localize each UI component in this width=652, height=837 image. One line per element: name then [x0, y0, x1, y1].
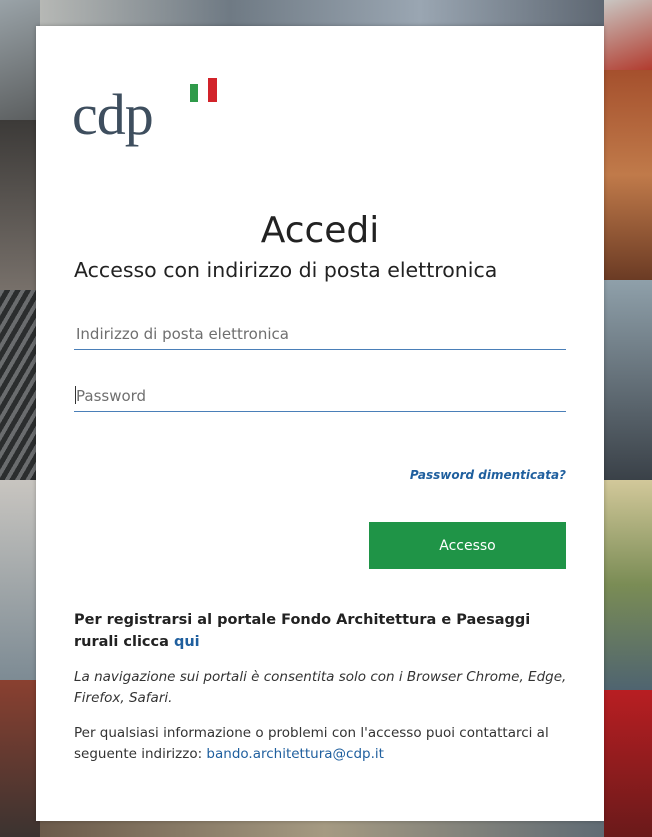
- login-button[interactable]: Accesso: [369, 522, 566, 569]
- contact-text: Per qualsiasi informazione o problemi co…: [74, 723, 574, 765]
- register-text: Per registrarsi al portale Fondo Archite…: [74, 609, 570, 653]
- italian-flag-icon: [190, 78, 220, 102]
- register-label: Per registrarsi al portale Fondo Archite…: [74, 612, 531, 650]
- login-card: cdp Accedi Accesso con indirizzo di post…: [36, 26, 604, 821]
- email-field[interactable]: [74, 318, 566, 350]
- contact-email-link[interactable]: bando.architettura@cdp.it: [206, 746, 384, 762]
- forgot-password-link[interactable]: Password dimenticata?: [410, 468, 566, 482]
- password-field[interactable]: [74, 380, 566, 412]
- text-caret: [75, 386, 76, 404]
- logo-text: cdp: [72, 82, 154, 147]
- browser-note: La navigazione sui portali è consentita …: [74, 669, 567, 706]
- page-subtitle: Accesso con indirizzo di posta elettroni…: [74, 258, 498, 282]
- register-link[interactable]: qui: [174, 634, 200, 650]
- page-title: Accedi: [260, 210, 380, 252]
- cdp-logo: cdp: [72, 76, 232, 176]
